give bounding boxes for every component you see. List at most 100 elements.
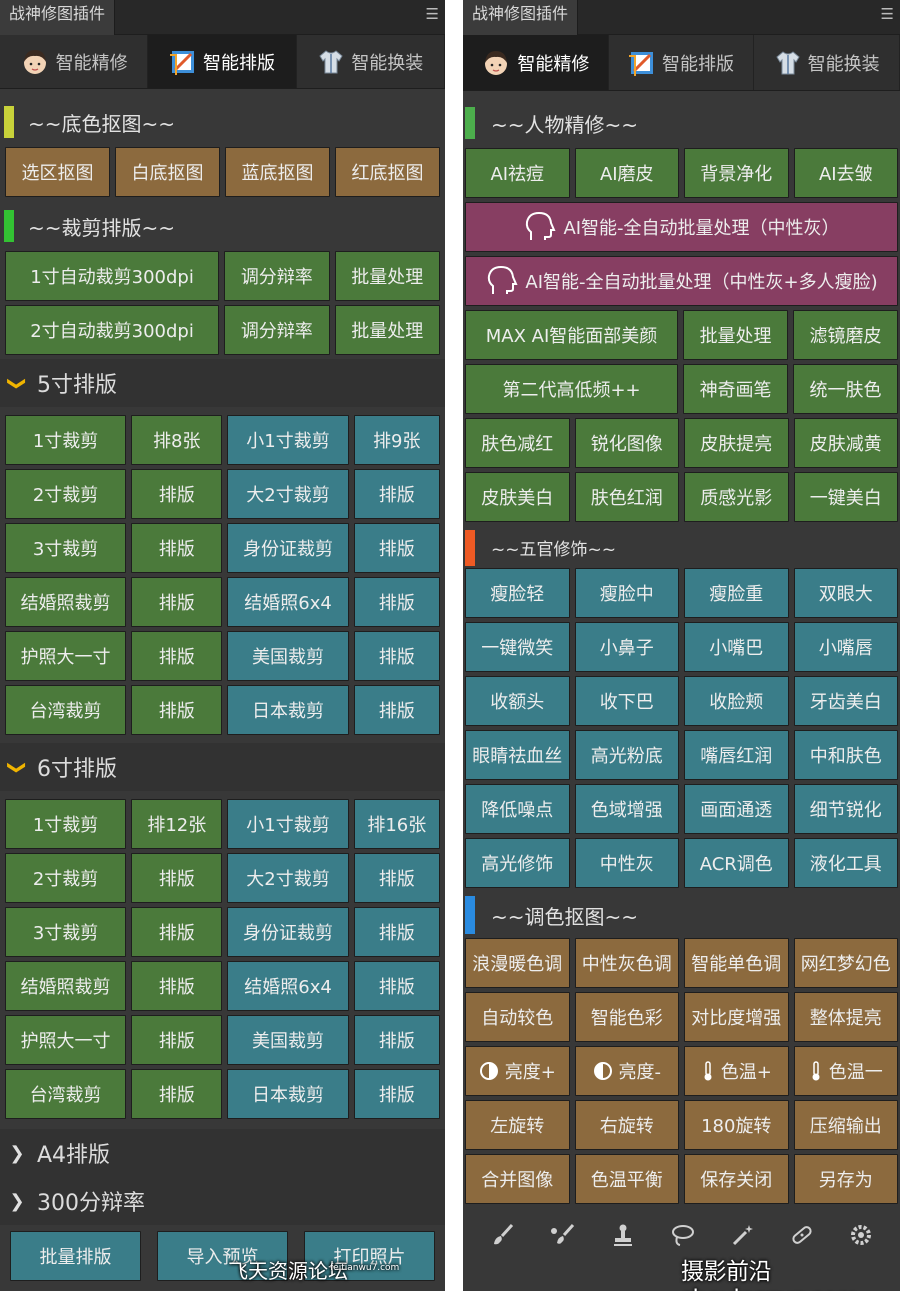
crop-button[interactable]: 结婚照裁剪 — [5, 961, 127, 1011]
clarity-button[interactable]: 画面通透 — [684, 784, 789, 834]
reduce-red-button[interactable]: 肤色减红 — [465, 418, 570, 468]
crop-button[interactable]: 护照大一寸 — [5, 631, 127, 681]
temperature-down-button[interactable]: 色温一 — [793, 1046, 898, 1096]
group-5inch-header[interactable]: ❯ 5寸排版 — [0, 359, 445, 407]
crop-button[interactable]: 大2寸裁剪 — [227, 853, 349, 903]
layout-button[interactable]: 排版 — [131, 853, 223, 903]
crop-button[interactable]: 护照大一寸 — [5, 1015, 127, 1065]
panel-title[interactable]: 战神修图插件 — [463, 0, 579, 35]
ai-smooth-skin-button[interactable]: AI磨皮 — [574, 148, 679, 198]
batch-process-button[interactable]: 批量处理 — [683, 310, 789, 360]
shrink-chin-button[interactable]: 收下巴 — [574, 676, 679, 726]
layout-button[interactable]: 排版 — [353, 961, 440, 1011]
gear-icon[interactable] — [848, 1222, 874, 1248]
crop-button[interactable]: 3寸裁剪 — [5, 523, 127, 573]
shrink-cheeks-button[interactable]: 收脸颊 — [684, 676, 789, 726]
healing-brush-icon[interactable] — [789, 1222, 815, 1248]
crop-button[interactable]: 日本裁剪 — [227, 1069, 349, 1119]
crop-button[interactable]: 3寸裁剪 — [5, 907, 127, 957]
gamut-enhance-button[interactable]: 色域增强 — [574, 784, 679, 834]
ai-batch-neutral-gray-slim-face-button[interactable]: AI智能-全自动批量处理（中性灰+多人瘦脸) — [465, 256, 898, 306]
tab-smart-outfit[interactable]: 智能换装 — [754, 35, 900, 90]
smart-color-button[interactable]: 智能色彩 — [574, 992, 679, 1042]
acr-color-button[interactable]: ACR调色 — [684, 838, 789, 888]
layout-button[interactable]: 排版 — [353, 523, 440, 573]
crop-button[interactable]: 美国裁剪 — [227, 1015, 349, 1065]
small-mouth-button[interactable]: 小嘴巴 — [684, 622, 789, 672]
white-bg-cutout-button[interactable]: 白底抠图 — [115, 147, 220, 197]
crop-button[interactable]: 小1寸裁剪 — [227, 415, 349, 465]
crop-button[interactable]: 身份证裁剪 — [227, 523, 349, 573]
stamp-icon[interactable] — [610, 1222, 636, 1248]
save-close-button[interactable]: 保存关闭 — [684, 1154, 789, 1204]
layout-button[interactable]: 排版 — [131, 961, 223, 1011]
auto-correct-button[interactable]: 自动较色 — [465, 992, 570, 1042]
brightness-down-button[interactable]: 亮度- — [574, 1046, 679, 1096]
crop-button[interactable]: 2寸裁剪 — [5, 469, 127, 519]
whiten-skin-button[interactable]: 皮肤美白 — [465, 472, 570, 522]
layout-button[interactable]: 排版 — [131, 907, 223, 957]
layout-button[interactable]: 排版 — [353, 685, 440, 735]
layout-button[interactable]: 排9张 — [353, 415, 440, 465]
tab-smart-retouch[interactable]: 智能精修 — [0, 35, 149, 88]
one-click-whiten-button[interactable]: 一键美白 — [793, 472, 898, 522]
small-lips-button[interactable]: 小嘴唇 — [793, 622, 898, 672]
slim-face-button[interactable]: 瘦脸重 — [684, 568, 789, 618]
max-ai-face-beauty-button[interactable]: MAX AI智能面部美颜 — [465, 310, 679, 360]
panel-title[interactable]: 战神修图插件 — [0, 0, 116, 35]
rotate-180-button[interactable]: 180旋转 — [684, 1100, 789, 1150]
ai-acne-button[interactable]: AI祛痘 — [465, 148, 570, 198]
batch-process-button[interactable]: 批量处理 — [334, 251, 440, 301]
panel-menu-icon[interactable]: ☰ — [881, 7, 894, 22]
panel-menu-icon[interactable]: ☰ — [426, 7, 439, 22]
batch-process-button[interactable]: 批量处理 — [334, 305, 440, 355]
liquify-tool-button[interactable]: 液化工具 — [793, 838, 898, 888]
layout-button[interactable]: 排版 — [353, 1015, 440, 1065]
adjust-resolution-button[interactable]: 调分辩率 — [224, 305, 330, 355]
crop-button[interactable]: 大2寸裁剪 — [227, 469, 349, 519]
blue-bg-cutout-button[interactable]: 蓝底抠图 — [225, 147, 330, 197]
sharpen-button[interactable]: 锐化图像 — [574, 418, 679, 468]
enlarge-eyes-button[interactable]: 双眼大 — [793, 568, 898, 618]
layout-button[interactable]: 排版 — [131, 1015, 223, 1065]
highlight-retouch-button[interactable]: 高光修饰 — [465, 838, 570, 888]
selection-cutout-button[interactable]: 选区抠图 — [5, 147, 110, 197]
remove-bloodshot-button[interactable]: 眼睛祛血丝 — [465, 730, 570, 780]
ai-wrinkle-button[interactable]: AI去皱 — [793, 148, 898, 198]
layout-button[interactable]: 排16张 — [353, 799, 440, 849]
frequency-separation-button[interactable]: 第二代高低频++ — [465, 364, 679, 414]
layout-button[interactable]: 排版 — [131, 469, 223, 519]
temperature-up-button[interactable]: 色温+ — [684, 1046, 789, 1096]
unify-skin-tone-button[interactable]: 统一肤色 — [793, 364, 899, 414]
brush-icon[interactable] — [490, 1222, 516, 1248]
crop-button[interactable]: 台湾裁剪 — [5, 1069, 127, 1119]
crop-button[interactable]: 结婚照6x4 — [227, 961, 349, 1011]
crop-button[interactable]: 身份证裁剪 — [227, 907, 349, 957]
layout-button[interactable]: 排版 — [353, 853, 440, 903]
layout-button[interactable]: 排8张 — [131, 415, 223, 465]
merge-image-button[interactable]: 合并图像 — [465, 1154, 570, 1204]
neutralize-skin-button[interactable]: 中和肤色 — [793, 730, 898, 780]
crop-button[interactable]: 美国裁剪 — [227, 631, 349, 681]
layout-button[interactable]: 排版 — [353, 469, 440, 519]
tab-smart-layout[interactable]: 智能排版 — [609, 35, 755, 90]
crop-button[interactable]: 台湾裁剪 — [5, 685, 127, 735]
crop-button[interactable]: 结婚照裁剪 — [5, 577, 127, 627]
tab-smart-outfit[interactable]: 智能换装 — [297, 35, 445, 88]
auto-crop-2inch-button[interactable]: 2寸自动裁剪300dpi — [5, 305, 220, 355]
layout-button[interactable]: 排版 — [131, 577, 223, 627]
batch-layout-button[interactable]: 批量排版 — [10, 1231, 141, 1281]
reduce-yellow-button[interactable]: 皮肤减黄 — [793, 418, 898, 468]
rotate-left-button[interactable]: 左旋转 — [465, 1100, 570, 1150]
auto-crop-1inch-button[interactable]: 1寸自动裁剪300dpi — [5, 251, 220, 301]
shrink-forehead-button[interactable]: 收额头 — [465, 676, 570, 726]
slim-face-button[interactable]: 瘦脸中 — [574, 568, 679, 618]
brighten-skin-button[interactable]: 皮肤提亮 — [684, 418, 789, 468]
crop-button[interactable]: 2寸裁剪 — [5, 853, 127, 903]
layout-button[interactable]: 排版 — [353, 577, 440, 627]
neutral-gray-button[interactable]: 中性灰 — [574, 838, 679, 888]
overall-brighten-button[interactable]: 整体提亮 — [793, 992, 898, 1042]
neutral-gray-tone-button[interactable]: 中性灰色调 — [574, 938, 679, 988]
layout-button[interactable]: 排12张 — [131, 799, 223, 849]
layout-button[interactable]: 排版 — [131, 523, 223, 573]
